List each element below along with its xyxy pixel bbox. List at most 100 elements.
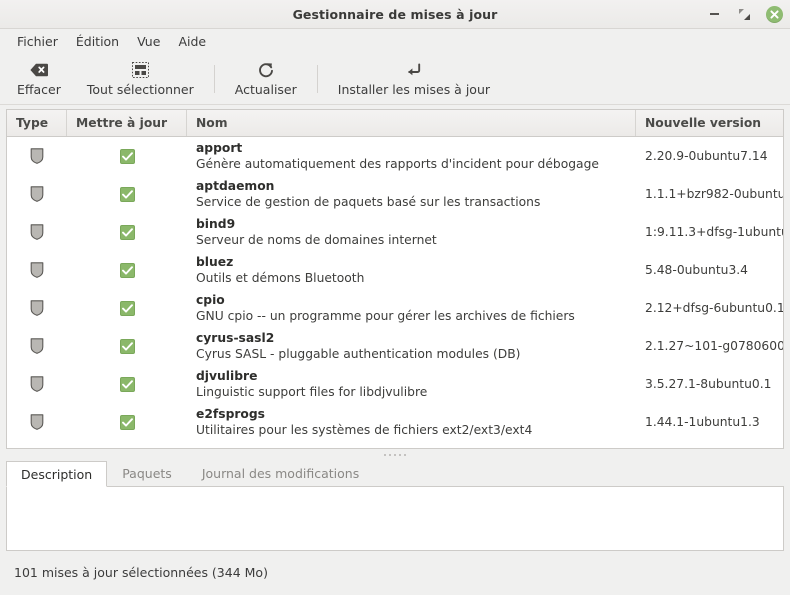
table-row-partial[interactable] — [7, 441, 783, 448]
clear-icon — [30, 62, 48, 79]
install-updates-label: Installer les mises à jour — [338, 82, 490, 97]
table-row[interactable]: apport Génère automatiquement des rappor… — [7, 137, 783, 175]
splitter-dot — [389, 454, 391, 456]
menu-item-vue[interactable]: Vue — [128, 31, 169, 52]
update-checkbox[interactable] — [120, 225, 135, 240]
package-description: Génère automatiquement des rapports d'in… — [196, 156, 599, 172]
row-update-cell — [67, 403, 187, 441]
package-shield-icon — [30, 186, 44, 202]
package-description: Serveur de noms de domaines internet — [196, 232, 437, 248]
tab-panel-description — [6, 487, 784, 551]
refresh-icon — [258, 62, 274, 79]
row-type-cell — [7, 327, 67, 365]
menu-item-edition[interactable]: Édition — [67, 31, 128, 52]
row-version-cell: 1:9.11.3+dfsg-1ubuntu — [636, 213, 783, 251]
title-bar: Gestionnaire de mises à jour — [0, 0, 790, 29]
package-version: 2.12+dfsg-6ubuntu0.1 — [645, 301, 783, 315]
package-name: apport — [196, 140, 599, 156]
refresh-button[interactable]: Actualiser — [222, 55, 310, 103]
table-row[interactable]: aptdaemon Service de gestion de paquets … — [7, 175, 783, 213]
update-checkbox[interactable] — [120, 263, 135, 278]
check-icon — [122, 342, 133, 351]
row-update-cell — [67, 441, 187, 448]
package-list[interactable]: Type Mettre à jour Nom Nouvelle version … — [6, 109, 784, 449]
column-header-type[interactable]: Type — [7, 110, 67, 136]
row-name-cell: e2fsprogs Utilitaires pour les systèmes … — [187, 403, 636, 441]
tab-description[interactable]: Description — [6, 461, 107, 487]
package-description: Cyrus SASL - pluggable authentication mo… — [196, 346, 520, 362]
table-row-clipped[interactable] — [7, 441, 783, 448]
minimize-icon — [710, 13, 719, 15]
maximize-button[interactable] — [735, 5, 753, 23]
row-update-cell — [67, 251, 187, 289]
package-description: Utilitaires pour les systèmes de fichier… — [196, 422, 532, 438]
column-header-update[interactable]: Mettre à jour — [67, 110, 187, 136]
toolbar-separator-2 — [317, 65, 318, 93]
details-notebook: Description Paquets Journal des modifica… — [6, 460, 784, 551]
update-checkbox[interactable] — [120, 339, 135, 354]
row-type-cell — [7, 441, 67, 448]
tab-journal-modifications[interactable]: Journal des modifications — [187, 460, 374, 486]
package-name: cyrus-sasl2 — [196, 330, 520, 346]
update-checkbox[interactable] — [120, 149, 135, 164]
clear-button[interactable]: Effacer — [4, 55, 74, 103]
check-icon — [122, 228, 133, 237]
column-header-version[interactable]: Nouvelle version — [636, 110, 783, 136]
row-name-cell: apport Génère automatiquement des rappor… — [187, 137, 636, 175]
select-all-icon — [132, 62, 149, 79]
column-header-name[interactable]: Nom — [187, 110, 636, 136]
package-version: 1.44.1-1ubuntu1.3 — [645, 415, 760, 429]
select-all-button[interactable]: Tout sélectionner — [74, 55, 207, 103]
row-type-cell — [7, 289, 67, 327]
install-updates-button[interactable]: Installer les mises à jour — [325, 55, 503, 103]
package-name: djvulibre — [196, 368, 427, 384]
pane-splitter[interactable] — [0, 449, 790, 460]
tab-paquets[interactable]: Paquets — [107, 460, 187, 486]
package-shield-icon — [30, 338, 44, 354]
restore-icon — [739, 9, 750, 20]
table-row[interactable]: cpio GNU cpio -- un programme pour gérer… — [7, 289, 783, 327]
table-row[interactable]: bluez Outils et démons Bluetooth 5.48-0u… — [7, 251, 783, 289]
row-type-cell — [7, 137, 67, 175]
package-description: GNU cpio -- un programme pour gérer les … — [196, 308, 575, 324]
package-version: 2.20.9-0ubuntu7.14 — [645, 149, 768, 163]
package-rows: apport Génère automatiquement des rappor… — [7, 137, 783, 448]
row-version-cell: 1.44.1-1ubuntu1.3 — [636, 403, 783, 441]
menu-item-fichier[interactable]: Fichier — [8, 31, 67, 52]
package-shield-icon — [30, 300, 44, 316]
package-shield-icon — [30, 414, 44, 430]
check-icon — [122, 304, 133, 313]
package-name: bluez — [196, 254, 364, 270]
minimize-button[interactable] — [705, 5, 723, 23]
check-icon — [122, 380, 133, 389]
menu-item-aide[interactable]: Aide — [169, 31, 215, 52]
update-checkbox[interactable] — [120, 377, 135, 392]
row-type-cell — [7, 213, 67, 251]
menu-bar: Fichier Édition Vue Aide — [0, 29, 790, 54]
row-name-cell: bluez Outils et démons Bluetooth — [187, 251, 636, 289]
row-version-cell: 2.20.9-0ubuntu7.14 — [636, 137, 783, 175]
update-checkbox[interactable] — [120, 187, 135, 202]
package-name: bind9 — [196, 216, 437, 232]
row-version-cell: 1.1.1+bzr982-0ubuntu — [636, 175, 783, 213]
row-update-cell — [67, 365, 187, 403]
package-version: 5.48-0ubuntu3.4 — [645, 263, 748, 277]
status-bar: 101 mises à jour sélectionnées (344 Mo) — [0, 551, 790, 580]
splitter-dot — [404, 454, 406, 456]
clear-label: Effacer — [17, 82, 61, 97]
row-type-cell — [7, 365, 67, 403]
update-checkbox[interactable] — [120, 415, 135, 430]
table-row[interactable]: bind9 Serveur de noms de domaines intern… — [7, 213, 783, 251]
table-row[interactable]: cyrus-sasl2 Cyrus SASL - pluggable authe… — [7, 327, 783, 365]
row-type-cell — [7, 403, 67, 441]
table-row[interactable]: e2fsprogs Utilitaires pour les systèmes … — [7, 403, 783, 441]
table-row[interactable]: djvulibre Linguistic support files for l… — [7, 365, 783, 403]
splitter-dot — [394, 454, 396, 456]
package-version: 1:9.11.3+dfsg-1ubuntu — [645, 225, 783, 239]
splitter-dot — [384, 454, 386, 456]
close-button[interactable] — [765, 5, 783, 23]
row-version-cell: 3.5.27.1-8ubuntu0.1 — [636, 365, 783, 403]
window-controls — [705, 0, 783, 28]
row-version-cell: 5.48-0ubuntu3.4 — [636, 251, 783, 289]
update-checkbox[interactable] — [120, 301, 135, 316]
